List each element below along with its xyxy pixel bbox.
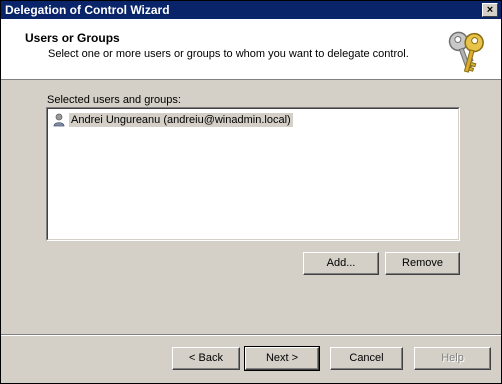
listbox-frame: Andrei Ungureanu (andreiu@winadmin.local… <box>47 108 459 240</box>
page-title: Users or Groups <box>25 31 120 45</box>
page-subtitle: Select one or more users or groups to wh… <box>48 48 409 60</box>
keys-icon <box>448 31 484 73</box>
remove-button[interactable]: Remove <box>385 252 460 275</box>
list-item-label: Andrei Ungureanu (andreiu@winadmin.local… <box>69 113 293 127</box>
title-bar[interactable]: Delegation of Control Wizard × <box>1 1 501 19</box>
add-button[interactable]: Add... <box>303 252 379 275</box>
footer-divider <box>1 334 501 336</box>
close-icon: × <box>486 4 494 16</box>
close-button[interactable]: × <box>482 3 498 17</box>
back-button[interactable]: < Back <box>172 347 240 370</box>
list-item[interactable]: Andrei Ungureanu (andreiu@winadmin.local… <box>52 112 293 128</box>
wizard-window: Delegation of Control Wizard × Users or … <box>0 0 502 384</box>
wizard-header: Users or Groups Select one or more users… <box>1 19 501 80</box>
selected-users-list[interactable]: Andrei Ungureanu (andreiu@winadmin.local… <box>46 107 460 241</box>
next-button[interactable]: Next > <box>244 346 320 371</box>
window-title: Delegation of Control Wizard <box>5 3 170 17</box>
selected-users-label: Selected users and groups: <box>47 94 181 106</box>
user-icon <box>53 113 65 127</box>
cancel-button[interactable]: Cancel <box>330 347 403 370</box>
help-button[interactable]: Help <box>414 347 491 370</box>
